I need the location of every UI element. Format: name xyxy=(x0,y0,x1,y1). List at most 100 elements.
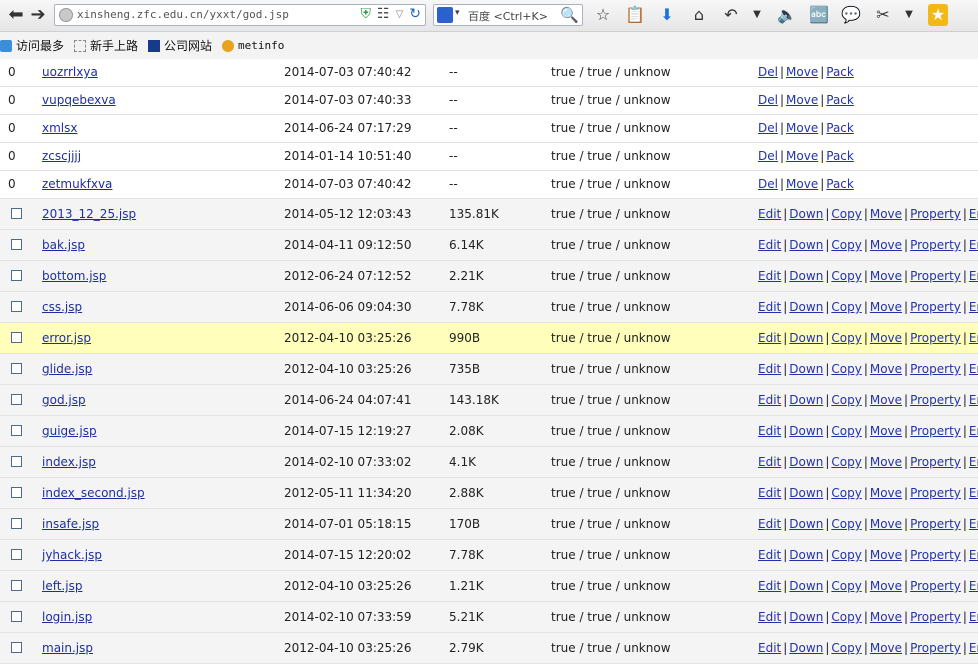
menu-caret-icon[interactable]: ▼ xyxy=(904,4,914,26)
file-property-link[interactable]: Property xyxy=(910,486,961,500)
file-property-link[interactable]: Property xyxy=(910,331,961,345)
dir-pack-link[interactable]: Pack xyxy=(826,65,854,79)
file-checkbox[interactable] xyxy=(11,363,22,374)
file-move-link[interactable]: Move xyxy=(870,331,902,345)
back-icon[interactable]: ⬅ xyxy=(6,5,26,25)
forward-icon[interactable]: ➔ xyxy=(28,5,48,25)
file-copy-link[interactable]: Copy xyxy=(831,331,861,345)
file-name-link[interactable]: god.jsp xyxy=(42,393,86,407)
volume-icon[interactable]: 🔈 xyxy=(776,4,798,26)
file-down-link[interactable]: Down xyxy=(789,238,823,252)
file-enter-link[interactable]: Ente xyxy=(969,455,978,469)
file-name-link[interactable]: index.jsp xyxy=(42,455,96,469)
file-copy-link[interactable]: Copy xyxy=(831,579,861,593)
file-copy-link[interactable]: Copy xyxy=(831,393,861,407)
file-checkbox[interactable] xyxy=(11,208,22,219)
file-enter-link[interactable]: Ente xyxy=(969,610,978,624)
file-edit-link[interactable]: Edit xyxy=(758,424,781,438)
file-edit-link[interactable]: Edit xyxy=(758,455,781,469)
file-property-link[interactable]: Property xyxy=(910,548,961,562)
comment-icon[interactable]: 💬 xyxy=(840,4,862,26)
dir-pack-link[interactable]: Pack xyxy=(826,121,854,135)
dir-name-link[interactable]: vupqebexva xyxy=(42,93,116,107)
file-edit-link[interactable]: Edit xyxy=(758,269,781,283)
file-checkbox[interactable] xyxy=(11,270,22,281)
file-checkbox[interactable] xyxy=(11,549,22,560)
star-icon[interactable]: ☆ xyxy=(592,4,614,26)
clipboard-icon[interactable]: 📋 xyxy=(624,4,646,26)
file-property-link[interactable]: Property xyxy=(910,269,961,283)
dir-del-link[interactable]: Del xyxy=(758,93,778,107)
file-move-link[interactable]: Move xyxy=(870,238,902,252)
menu-caret-icon[interactable]: ▼ xyxy=(752,4,762,26)
dir-pack-link[interactable]: Pack xyxy=(826,93,854,107)
bookmark-newbie[interactable]: 新手上路 xyxy=(74,37,138,54)
file-name-link[interactable]: left.jsp xyxy=(42,579,82,593)
file-name-link[interactable]: bottom.jsp xyxy=(42,269,106,283)
bookmark-metinfo[interactable]: metinfo xyxy=(222,39,284,52)
file-enter-link[interactable]: Ente xyxy=(969,393,978,407)
file-edit-link[interactable]: Edit xyxy=(758,610,781,624)
file-edit-link[interactable]: Edit xyxy=(758,579,781,593)
file-copy-link[interactable]: Copy xyxy=(831,517,861,531)
file-enter-link[interactable]: Ente xyxy=(969,207,978,221)
dir-name-link[interactable]: zetmukfxva xyxy=(42,177,112,191)
file-down-link[interactable]: Down xyxy=(789,269,823,283)
file-name-link[interactable]: error.jsp xyxy=(42,331,91,345)
file-enter-link[interactable]: Ente xyxy=(969,424,978,438)
file-edit-link[interactable]: Edit xyxy=(758,207,781,221)
file-down-link[interactable]: Down xyxy=(789,579,823,593)
file-edit-link[interactable]: Edit xyxy=(758,300,781,314)
file-checkbox[interactable] xyxy=(11,580,22,591)
file-move-link[interactable]: Move xyxy=(870,610,902,624)
file-edit-link[interactable]: Edit xyxy=(758,331,781,345)
dir-move-link[interactable]: Move xyxy=(786,177,818,191)
file-name-link[interactable]: insafe.jsp xyxy=(42,517,99,531)
dir-move-link[interactable]: Move xyxy=(786,149,818,163)
crop-icon[interactable]: ✂ xyxy=(872,4,894,26)
dir-del-link[interactable]: Del xyxy=(758,65,778,79)
undo-icon[interactable]: ↶ xyxy=(720,4,742,26)
file-copy-link[interactable]: Copy xyxy=(831,486,861,500)
file-property-link[interactable]: Property xyxy=(910,362,961,376)
file-down-link[interactable]: Down xyxy=(789,300,823,314)
file-property-link[interactable]: Property xyxy=(910,393,961,407)
file-move-link[interactable]: Move xyxy=(870,548,902,562)
file-down-link[interactable]: Down xyxy=(789,610,823,624)
file-edit-link[interactable]: Edit xyxy=(758,548,781,562)
search-icon[interactable]: 🔍 xyxy=(560,6,579,24)
address-bar[interactable]: xinsheng.zfc.edu.cn/yxxt/god.jsp ⛨ ☷ ▽ ↻ xyxy=(54,4,426,26)
file-enter-link[interactable]: Ente xyxy=(969,331,978,345)
dir-name-link[interactable]: xmlsx xyxy=(42,121,77,135)
file-move-link[interactable]: Move xyxy=(870,362,902,376)
file-property-link[interactable]: Property xyxy=(910,579,961,593)
file-move-link[interactable]: Move xyxy=(870,393,902,407)
file-name-link[interactable]: jyhack.jsp xyxy=(42,548,102,562)
file-down-link[interactable]: Down xyxy=(789,548,823,562)
search-box[interactable]: 🐾 ▾ 百度 <Ctrl+K> 🔍 xyxy=(433,4,583,26)
chevron-down-icon[interactable]: ▾ xyxy=(455,8,460,18)
file-edit-link[interactable]: Edit xyxy=(758,393,781,407)
file-move-link[interactable]: Move xyxy=(870,486,902,500)
file-name-link[interactable]: guige.jsp xyxy=(42,424,97,438)
file-edit-link[interactable]: Edit xyxy=(758,486,781,500)
dir-pack-link[interactable]: Pack xyxy=(826,149,854,163)
file-down-link[interactable]: Down xyxy=(789,641,823,655)
file-property-link[interactable]: Property xyxy=(910,207,961,221)
file-name-link[interactable]: css.jsp xyxy=(42,300,82,314)
file-enter-link[interactable]: Ente xyxy=(969,579,978,593)
file-name-link[interactable]: glide.jsp xyxy=(42,362,92,376)
dir-name-link[interactable]: uozrrlxya xyxy=(42,65,98,79)
file-down-link[interactable]: Down xyxy=(789,207,823,221)
dir-del-link[interactable]: Del xyxy=(758,149,778,163)
file-move-link[interactable]: Move xyxy=(870,424,902,438)
file-property-link[interactable]: Property xyxy=(910,238,961,252)
file-checkbox[interactable] xyxy=(11,518,22,529)
download-icon[interactable]: ⬇ xyxy=(656,4,678,26)
file-move-link[interactable]: Move xyxy=(870,641,902,655)
file-checkbox[interactable] xyxy=(11,239,22,250)
file-name-link[interactable]: bak.jsp xyxy=(42,238,85,252)
file-down-link[interactable]: Down xyxy=(789,331,823,345)
bookmark-frequent[interactable]: 访问最多 xyxy=(0,37,64,54)
file-checkbox[interactable] xyxy=(11,611,22,622)
